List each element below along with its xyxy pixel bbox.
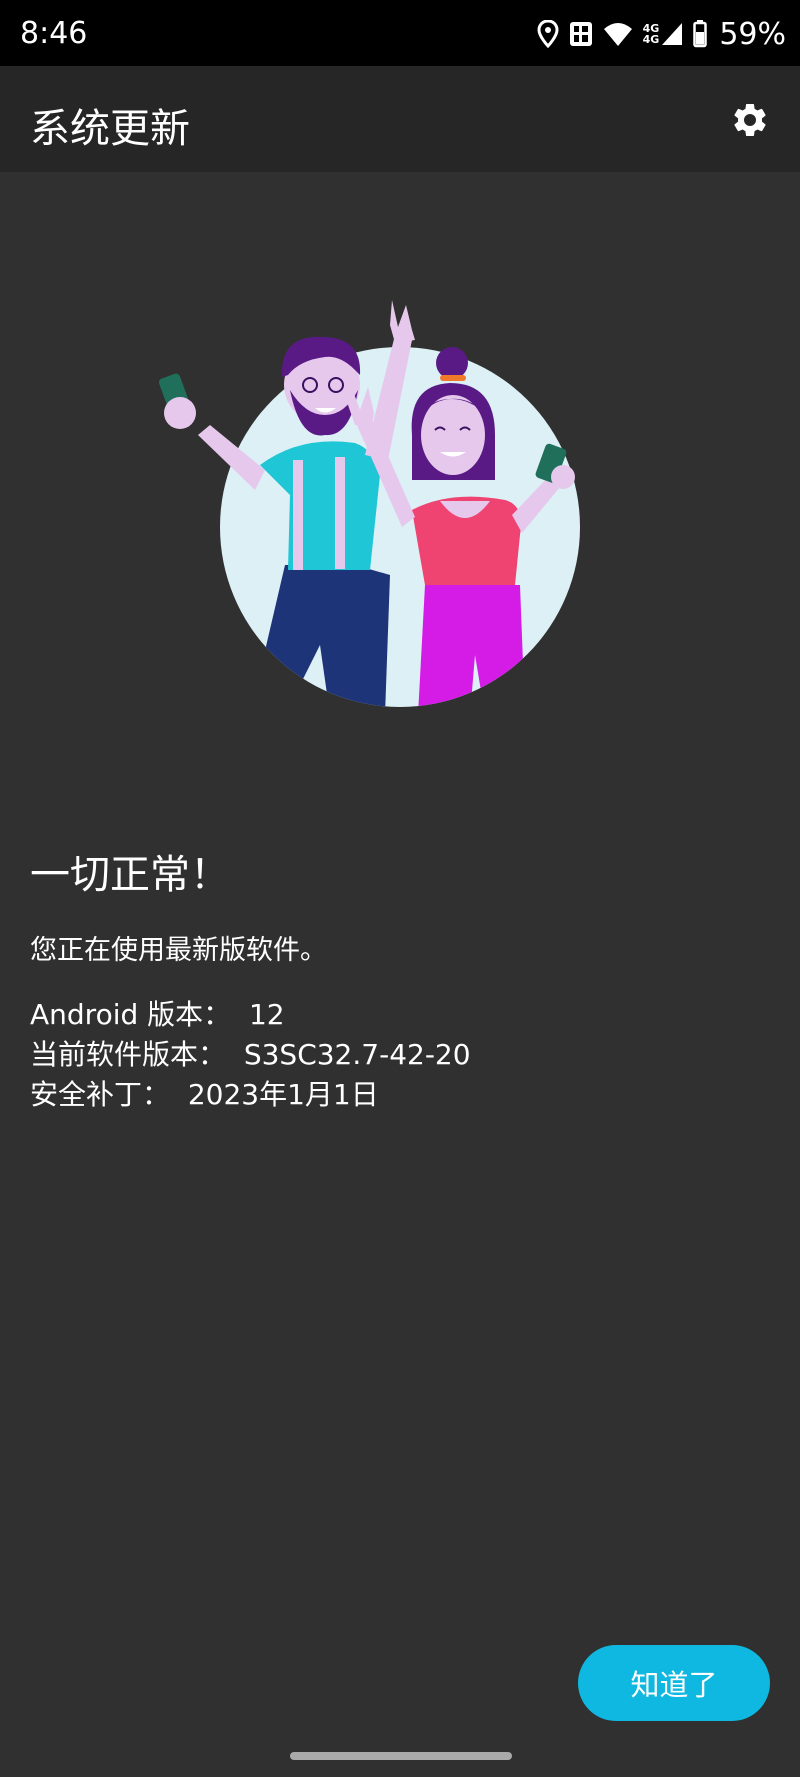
security-patch-value: 2023年1月1日 bbox=[187, 1078, 379, 1111]
status-bar: 8:46 4G 4G 59% bbox=[0, 0, 800, 66]
android-version-row: Android 版本： 12 bbox=[30, 995, 471, 1035]
gear-icon bbox=[734, 103, 766, 136]
status-heading: 一切正常！ bbox=[30, 852, 230, 898]
location-icon bbox=[537, 20, 559, 48]
status-message: 您正在使用最新版软件。 bbox=[30, 935, 327, 966]
version-info: Android 版本： 12 当前软件版本： S3SC32.7-42-20 安全… bbox=[30, 995, 471, 1115]
wifi-icon bbox=[603, 21, 633, 47]
android-version-value: 12 bbox=[248, 998, 285, 1031]
status-time: 8:46 bbox=[20, 16, 88, 51]
status-icons: 4G 4G 59% bbox=[537, 14, 786, 54]
hd-icon bbox=[569, 20, 593, 48]
signal-4g-icon: 4G 4G bbox=[643, 22, 684, 46]
security-patch-row: 安全补丁： 2023年1月1日 bbox=[30, 1075, 471, 1115]
celebration-illustration bbox=[150, 265, 600, 715]
settings-button[interactable] bbox=[726, 96, 774, 144]
software-version-value: S3SC32.7-42-20 bbox=[243, 1038, 471, 1071]
software-version-label: 当前软件版本： bbox=[30, 1038, 227, 1071]
battery-percent: 59% bbox=[719, 16, 786, 52]
network-label-bottom: 4G bbox=[642, 33, 660, 46]
android-version-label: Android 版本： bbox=[30, 998, 232, 1031]
software-version-row: 当前软件版本： S3SC32.7-42-20 bbox=[30, 1035, 471, 1075]
page-title: 系统更新 bbox=[30, 106, 190, 152]
app-bar: 系统更新 bbox=[0, 66, 800, 172]
security-patch-label: 安全补丁： bbox=[30, 1078, 171, 1111]
home-indicator[interactable] bbox=[290, 1752, 512, 1760]
got-it-button[interactable]: 知道了 bbox=[578, 1645, 770, 1721]
battery-icon bbox=[693, 20, 708, 48]
